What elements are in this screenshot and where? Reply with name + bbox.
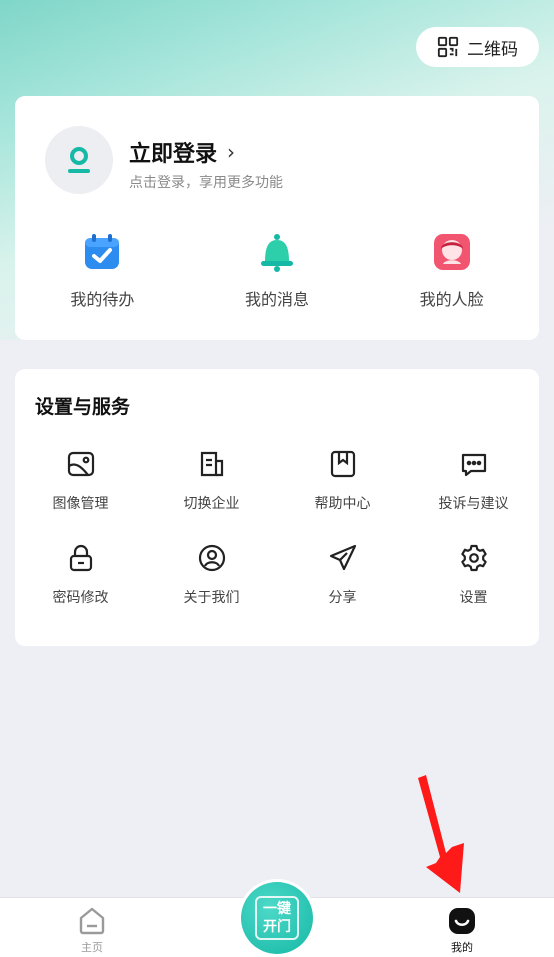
service-label: 关于我们 [183,590,240,606]
home-icon [79,907,105,935]
login-title: 立即登录 [129,142,218,167]
switch-company-icon [200,451,223,477]
qr-code-label: 二维码 [467,39,518,60]
service-label: 投诉与建议 [438,496,509,512]
avatar[interactable] [45,126,113,194]
qr-code-icon [437,36,459,58]
service-label: 分享 [328,590,357,606]
tab-home[interactable]: 主页 [62,906,122,955]
service-about-us[interactable]: 关于我们 [146,543,277,607]
chevron-right-icon: › [227,140,236,164]
service-settings[interactable]: 设置 [408,543,539,607]
quick-label-face: 我的人脸 [419,290,484,309]
login-card: 立即登录 › 点击登录，享用更多功能 我的待办 我的消息 我的人脸 [15,96,539,340]
face-icon [433,234,470,270]
tab-mine-label: 我的 [451,941,473,954]
bell-icon [260,234,293,272]
services-title: 设置与服务 [35,396,131,418]
quick-label-todo: 我的待办 [70,290,135,309]
quick-item-face[interactable]: 我的人脸 [387,232,517,322]
service-change-password[interactable]: 密码修改 [15,543,146,607]
calendar-check-icon [85,234,120,269]
quick-actions: 我的待办 我的消息 我的人脸 [15,232,539,322]
user-circle-icon [198,544,225,572]
service-label: 帮助中心 [314,496,371,512]
help-book-icon [330,450,355,478]
scan-frame-icon [255,896,299,940]
quick-item-messages[interactable]: 我的消息 [212,232,342,322]
image-icon [67,451,94,477]
paper-plane-icon [329,544,356,571]
service-switch-company[interactable]: 切换企业 [146,449,277,513]
service-help-center[interactable]: 帮助中心 [277,449,408,513]
login-subtitle: 点击登录，享用更多功能 [129,175,283,191]
tab-home-label: 主页 [81,941,103,954]
quick-label-messages: 我的消息 [244,290,309,309]
chat-dots-icon [461,453,486,477]
qr-code-button[interactable]: 二维码 [416,27,539,67]
service-label: 设置 [459,590,488,606]
tab-mine[interactable]: 我的 [432,906,492,955]
mine-face-icon [449,908,475,934]
service-feedback[interactable]: 投诉与建议 [408,449,539,513]
services-card: 设置与服务 图像管理 切换企业 帮助中心 投诉与建议 密码修改 关于我们 分享 … [15,369,539,646]
service-label: 切换企业 [183,496,240,512]
service-label: 图像管理 [52,496,109,512]
quick-item-todo[interactable]: 我的待办 [37,232,167,322]
user-avatar-icon [68,147,90,173]
services-grid: 图像管理 切换企业 帮助中心 投诉与建议 密码修改 关于我们 分享 设置 [15,449,539,607]
lock-icon [69,544,92,572]
red-pointer-arrow [418,775,464,893]
service-image-manage[interactable]: 图像管理 [15,449,146,513]
service-share[interactable]: 分享 [277,543,408,607]
service-label: 密码修改 [52,590,109,606]
one-key-open-button[interactable]: 一键 开门 [241,882,313,954]
gear-icon [460,544,487,572]
login-button[interactable]: 立即登录 › [129,136,235,168]
